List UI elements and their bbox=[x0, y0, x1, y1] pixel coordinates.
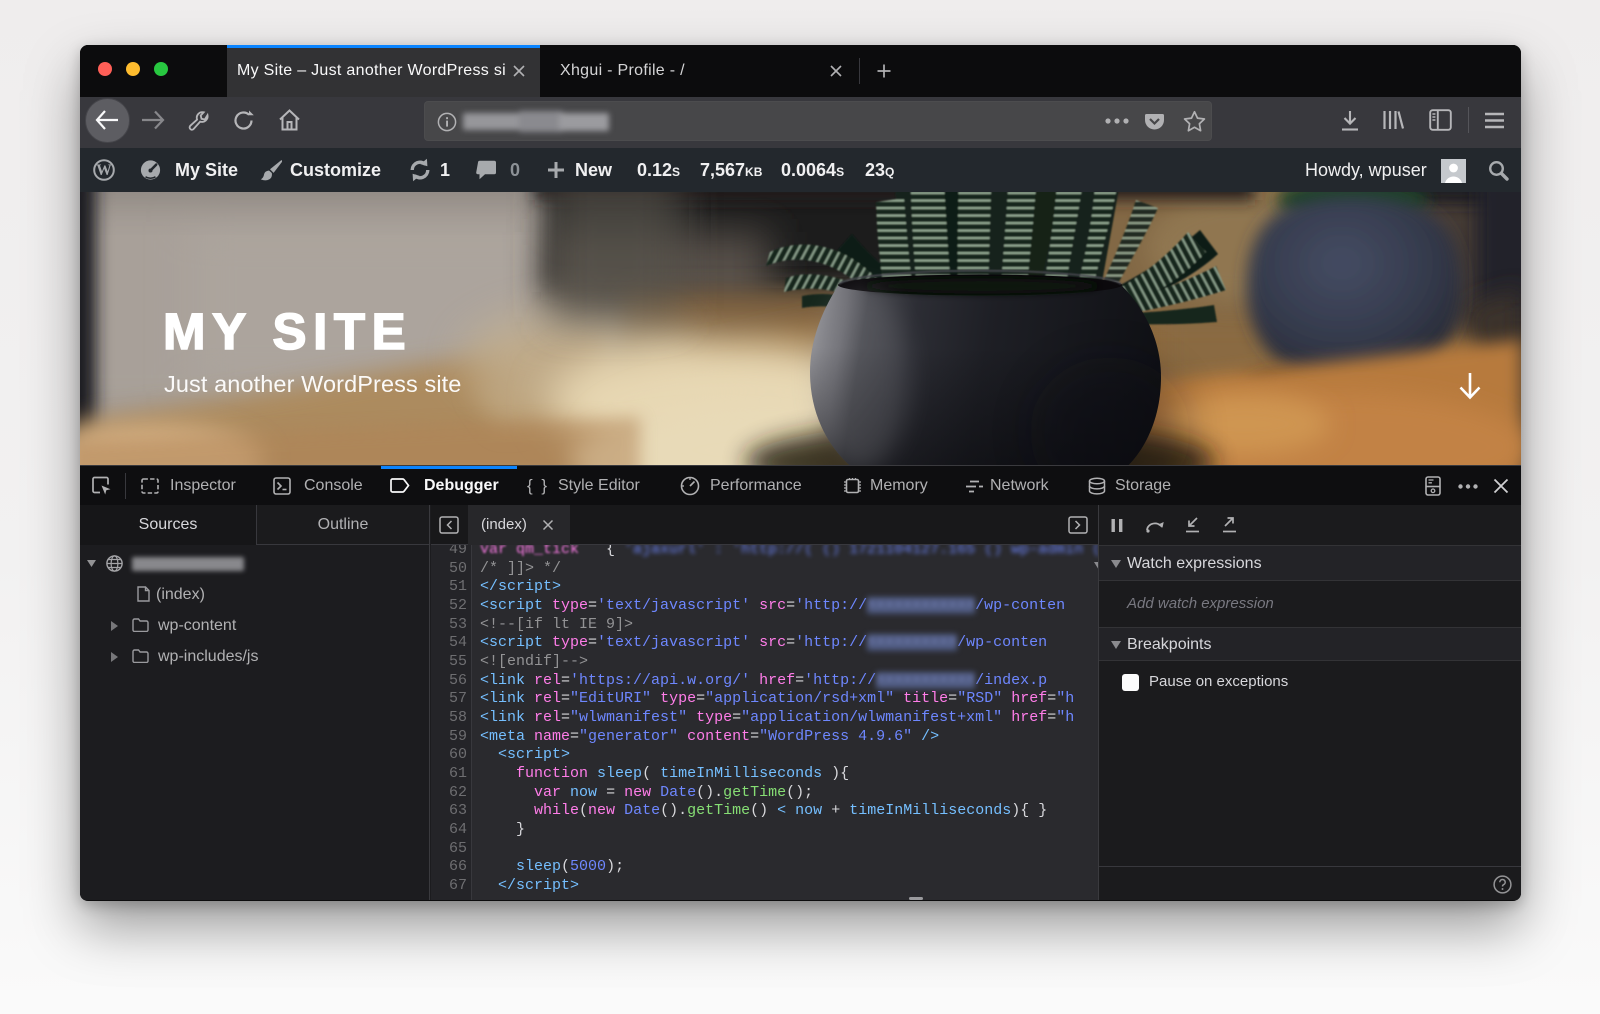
svg-text:W: W bbox=[96, 162, 112, 179]
